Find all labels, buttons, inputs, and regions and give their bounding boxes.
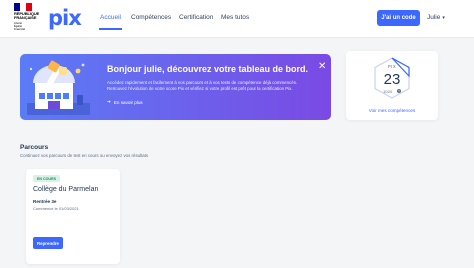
top-header: RÉPUBLIQUE FRANÇAISE Liberté Égalité Fra… bbox=[0, 0, 474, 38]
score-value: 23 bbox=[383, 71, 401, 88]
nav-certification[interactable]: Certification bbox=[179, 14, 213, 21]
banner-title: Bonjour julie, découvrez votre tableau d… bbox=[107, 64, 309, 74]
section-title: Parcours bbox=[20, 144, 49, 151]
status-badge: EN COURS bbox=[33, 175, 60, 182]
user-name: Julie bbox=[427, 14, 441, 21]
banner-more-label: En savoir plus bbox=[113, 99, 143, 105]
see-competences-link[interactable]: Voir mes compétences bbox=[346, 108, 438, 113]
nav-mes-tutos[interactable]: Mes tutos bbox=[221, 14, 249, 21]
pix-logo[interactable]: pix bbox=[48, 6, 82, 30]
flag-icon bbox=[14, 3, 32, 11]
code-button[interactable]: J'ai un code bbox=[377, 10, 420, 26]
user-menu[interactable]: Julie ▾ bbox=[427, 14, 445, 21]
pix-logo-text: pix bbox=[48, 6, 82, 30]
nav-competences[interactable]: Compétences bbox=[131, 14, 171, 21]
section-description: Continuez vos parcours de test en cours … bbox=[20, 153, 149, 158]
campaign-name: Collège du Parmelan bbox=[33, 186, 99, 193]
nav-accueil[interactable]: Accueil bbox=[99, 14, 122, 30]
observatory-illustration-icon bbox=[27, 60, 90, 115]
banner-description: Accédez rapidement et facilement à vos p… bbox=[107, 80, 327, 92]
campaign-date: Commencé le 01/03/2021 bbox=[33, 206, 79, 211]
resume-button[interactable]: Reprendre bbox=[33, 237, 63, 249]
banner-more-link[interactable]: ➔ En savoir plus bbox=[107, 99, 143, 105]
chevron-down-icon: ▾ bbox=[442, 14, 445, 21]
pix-score-card: PIX 23 1024 ? Voir mes compétences bbox=[346, 51, 438, 120]
score-max: 1024 bbox=[383, 89, 392, 94]
republique-francaise-logo[interactable]: RÉPUBLIQUE FRANÇAISE Liberté Égalité Fra… bbox=[14, 3, 40, 33]
republic-motto-line3: Fraternité bbox=[14, 27, 26, 31]
banner-desc-line2: Retrouvez l'évolution de votre score Pix… bbox=[107, 86, 293, 91]
republic-title-line2: FRANÇAISE bbox=[14, 15, 37, 21]
welcome-banner: Bonjour julie, découvrez votre tableau d… bbox=[20, 54, 331, 120]
info-icon[interactable]: ? bbox=[397, 89, 401, 93]
close-icon[interactable]: ✕ bbox=[318, 61, 326, 72]
campaign-card: EN COURS Collège du Parmelan Rentrée 3e … bbox=[26, 169, 120, 264]
arrow-right-icon: ➔ bbox=[107, 99, 111, 104]
campaign-subtitle: Rentrée 3e bbox=[33, 199, 57, 204]
score-label: PIX bbox=[387, 64, 397, 69]
